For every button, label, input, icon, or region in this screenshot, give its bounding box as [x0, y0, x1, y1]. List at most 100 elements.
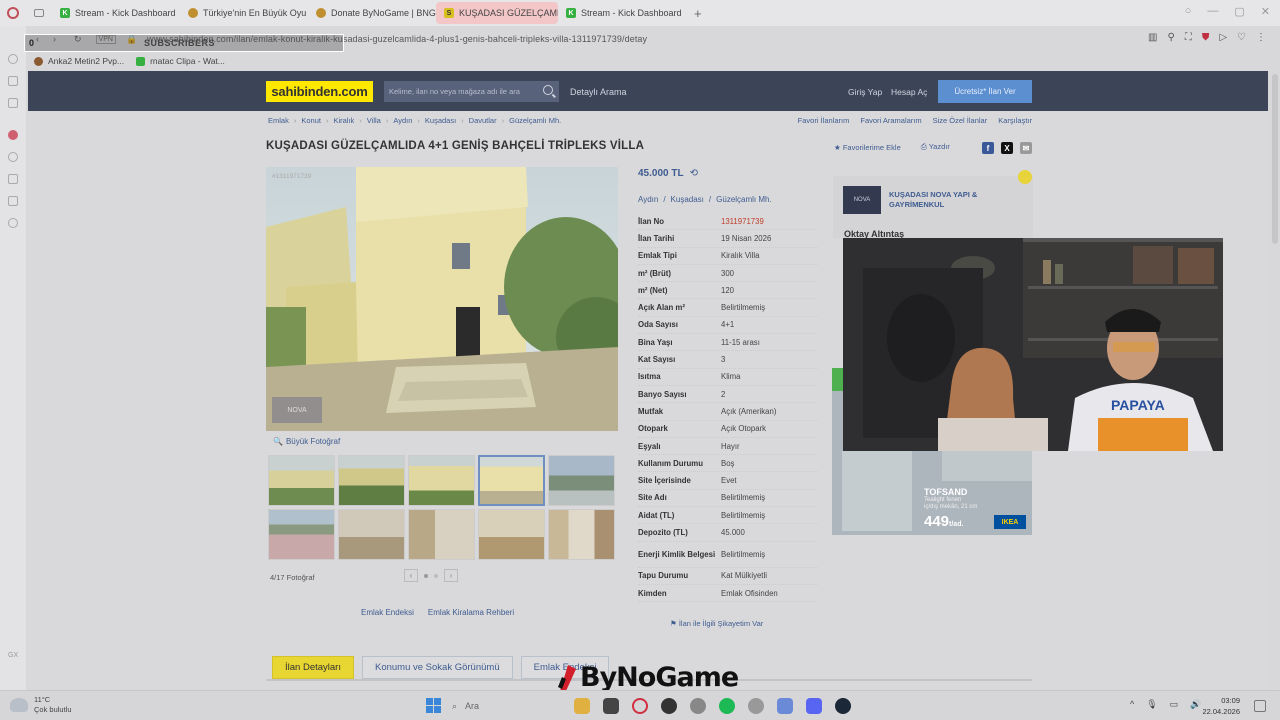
breadcrumb-item[interactable]: Kuşadası [425, 116, 456, 125]
next-photo-button[interactable]: › [444, 569, 458, 582]
photo-thumbnail[interactable] [268, 455, 335, 506]
clock[interactable]: 03:09 22.04.2026 [1196, 695, 1240, 717]
print-button[interactable]: ⎙ Yazdır [921, 142, 950, 152]
photo-thumbnail[interactable] [408, 455, 475, 506]
tab-location[interactable]: Konumu ve Sokak Görünümü [361, 656, 513, 679]
file-explorer-icon[interactable] [574, 698, 590, 714]
network-icon[interactable]: ▭ [1170, 699, 1179, 710]
add-favorite-button[interactable]: ★ Favorilerime Ekle [834, 143, 901, 152]
discord-icon[interactable] [806, 698, 822, 714]
pin-icon[interactable]: ⚲ [1168, 32, 1175, 43]
compare-link[interactable]: Karşılaştır [998, 116, 1032, 125]
sidebar-icon[interactable] [8, 54, 18, 64]
favorite-searches-link[interactable]: Favori Aramalarım [860, 116, 921, 125]
detailed-search-link[interactable]: Detaylı Arama [570, 87, 627, 97]
photo-thumbnail[interactable] [408, 509, 475, 560]
opera-gx-icon[interactable] [632, 698, 648, 714]
photo-thumbnail[interactable] [548, 509, 615, 560]
search-tabs-icon[interactable]: ○ [1185, 5, 1192, 18]
bookmark-label: rnatac Clipa - Wat... [150, 56, 225, 66]
browser-tab[interactable]: Türkiye'nin En Büyük Oyu [180, 2, 308, 24]
photo-thumbnail[interactable] [548, 455, 615, 506]
close-icon[interactable]: ✕ [1261, 5, 1270, 18]
play-icon[interactable]: ▷ [1219, 32, 1227, 43]
sidebar-icon[interactable] [8, 76, 18, 86]
sidebar-icon[interactable] [8, 130, 18, 140]
heart-icon[interactable]: ♡ [1237, 32, 1246, 43]
steam-icon[interactable] [835, 698, 851, 714]
minimize-icon[interactable]: — [1207, 5, 1218, 18]
store-name[interactable]: KUŞADASI NOVA YAPI & GAYRİMENKUL [889, 190, 977, 210]
maximize-icon[interactable]: ▢ [1234, 5, 1244, 18]
settings-icon[interactable] [690, 698, 706, 714]
breadcrumb-item[interactable]: Davutlar [469, 116, 497, 125]
detail-row: Bina Yaşı 11-15 arası [638, 334, 818, 352]
location-item[interactable]: Kuşadası [671, 195, 704, 204]
photo-thumbnail[interactable] [338, 455, 405, 506]
location-item[interactable]: Aydın [638, 195, 658, 204]
site-search-input[interactable]: Kelime, ilan no veya mağaza adı ile ara [384, 81, 559, 102]
obs-icon[interactable] [661, 698, 677, 714]
shield-icon[interactable]: ⛊ [1202, 32, 1210, 43]
special-listings-link[interactable]: Size Özel İlanlar [933, 116, 988, 125]
sidebar-icon[interactable] [8, 174, 18, 184]
x-share-icon[interactable]: X [1001, 142, 1013, 154]
tab-overview-icon[interactable] [26, 2, 52, 24]
photo-thumbnail[interactable] [338, 509, 405, 560]
gear-icon[interactable] [748, 698, 764, 714]
photo-thumbnail[interactable] [268, 509, 335, 560]
large-photo-link[interactable]: 🔍 Büyük Fotoğraf [273, 437, 340, 446]
settings-icon[interactable] [8, 218, 18, 228]
screenshot-icon[interactable]: ⛶ [1185, 32, 1192, 43]
pager-dot[interactable] [424, 573, 428, 578]
app-icon[interactable] [777, 698, 793, 714]
site-logo[interactable]: sahibinden.com [266, 81, 373, 102]
post-ad-button[interactable]: Ücretsiz* İlan Ver [938, 80, 1032, 103]
browser-tab-active[interactable]: S KUŞADASI GÜZELÇAMLI... [436, 2, 558, 24]
breadcrumb-item[interactable]: Güzelçamlı Mh. [509, 116, 561, 125]
rental-guide-link[interactable]: Emlak Kiralama Rehberi [428, 608, 514, 617]
chevron-up-icon[interactable]: ^ [1130, 699, 1134, 710]
report-listing-link[interactable]: ⚑ İlan ile İlgili Şikayetim Var [670, 619, 763, 628]
microphone-icon[interactable]: 🎙 [1146, 699, 1157, 710]
signup-link[interactable]: Hesap Aç [891, 87, 927, 97]
sidebar-icon[interactable] [8, 152, 18, 162]
sidebar-icon[interactable] [8, 98, 18, 108]
price-history-icon[interactable]: ⟲ [690, 168, 698, 179]
sidebar-toggle-icon[interactable]: ▥ [1148, 32, 1157, 43]
menu-icon[interactable]: ⋮ [1256, 32, 1266, 43]
login-link[interactable]: Giriş Yap [848, 87, 882, 97]
photo-thumbnail[interactable] [478, 509, 545, 560]
location-item[interactable]: Güzelçamlı Mh. [716, 195, 772, 204]
photo-thumbnail-selected[interactable] [478, 455, 545, 506]
breadcrumb-item[interactable]: Konut [301, 116, 321, 125]
page-scrollbar[interactable] [1272, 74, 1278, 244]
email-share-icon[interactable]: ✉ [1020, 142, 1032, 154]
spotify-icon[interactable] [719, 698, 735, 714]
breadcrumb-item[interactable]: Emlak [268, 116, 289, 125]
tab-listing-details[interactable]: İlan Detayları [272, 656, 354, 679]
bookmark-item[interactable]: rnatac Clipa - Wat... [136, 56, 225, 66]
main-photo[interactable]: #1311971739 NOVA [266, 167, 618, 431]
prev-photo-button[interactable]: ‹ [404, 569, 418, 582]
breadcrumb-item[interactable]: Aydın [393, 116, 412, 125]
weather-widget[interactable]: 11°C Çok bulutlu [10, 695, 72, 715]
facebook-share-icon[interactable]: f [982, 142, 994, 154]
new-tab-button[interactable]: + [686, 6, 710, 21]
browser-tab[interactable]: K Stream - Kick Dashboard [558, 2, 686, 24]
start-button[interactable] [426, 698, 441, 713]
browser-logo-icon[interactable] [0, 0, 26, 26]
taskview-icon[interactable] [603, 698, 619, 714]
search-icon[interactable] [543, 85, 553, 95]
breadcrumb-item[interactable]: Kiralık [333, 116, 354, 125]
pager-dot[interactable] [434, 573, 438, 578]
bookmark-item[interactable]: Anka2 Metin2 Pvp... [34, 56, 124, 66]
notification-icon[interactable] [1254, 700, 1266, 712]
taskbar-search[interactable]: ⌕ Ara [452, 697, 552, 715]
favorite-listings-link[interactable]: Favori İlanlarım [798, 116, 850, 125]
breadcrumb-item[interactable]: Villa [367, 116, 381, 125]
sidebar-icon[interactable] [8, 196, 18, 206]
browser-tab[interactable]: Donate ByNoGame | BNG [308, 2, 436, 24]
real-estate-index-link[interactable]: Emlak Endeksi [361, 608, 414, 617]
browser-tab[interactable]: K Stream - Kick Dashboard [52, 2, 180, 24]
